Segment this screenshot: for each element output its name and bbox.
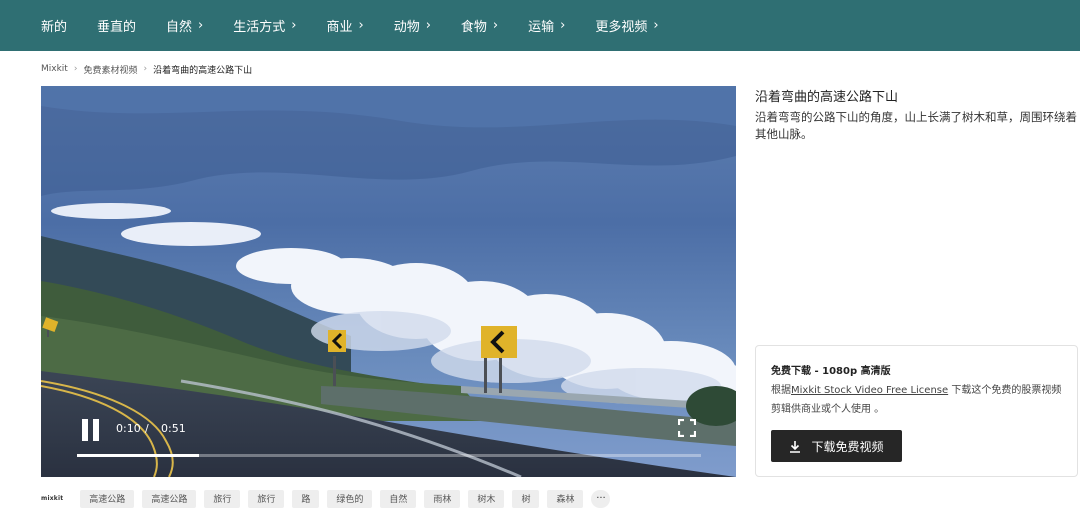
download-free-video-button[interactable]: 下载免费视频 bbox=[771, 430, 902, 462]
download-card: 免费下载 - 1080p 高清版 根据Mixkit Stock Video Fr… bbox=[755, 345, 1078, 477]
nav-item[interactable]: 食物 › bbox=[461, 16, 498, 35]
duration: 0:51 bbox=[161, 422, 186, 435]
tag-chip[interactable]: 路 bbox=[292, 489, 320, 508]
top-navigation: 新的 垂直的 自然 › 生活方式 › 商业 › 动物 › 食物 › 运输 › 更多视频 › bbox=[0, 0, 1080, 51]
breadcrumb-separator: › bbox=[143, 64, 148, 74]
tag-chip[interactable]: 树木 bbox=[468, 489, 505, 508]
chevron-right-icon: › bbox=[492, 18, 499, 33]
nav-item[interactable]: 运输 › bbox=[528, 16, 565, 35]
video-title: 沿着弯曲的高速公路下山 bbox=[755, 90, 899, 105]
nav-item-label: 动物 bbox=[393, 20, 420, 35]
nav-item-label: 生活方式 bbox=[233, 20, 286, 35]
chevron-right-icon: › bbox=[291, 18, 297, 33]
download-heading: 免费下载 - 1080p 高清版 bbox=[771, 366, 891, 377]
download-button-label: 下载免费视频 bbox=[811, 439, 884, 454]
breadcrumb-separator: › bbox=[73, 64, 78, 74]
breadcrumb-free-videos-link[interactable]: 免费素材视频 bbox=[83, 63, 137, 76]
tag-chip[interactable]: 自然 bbox=[380, 489, 417, 508]
download-icon bbox=[790, 440, 801, 453]
time-separator: / bbox=[145, 422, 149, 435]
video-player[interactable]: 0:10 / 0:51 bbox=[41, 86, 736, 477]
fullscreen-icon[interactable] bbox=[677, 418, 697, 438]
more-tags-button[interactable]: ··· bbox=[591, 489, 611, 508]
nav-item-label: 垂直的 bbox=[97, 20, 137, 35]
pause-button[interactable] bbox=[81, 419, 101, 441]
chevron-right-icon: › bbox=[653, 18, 659, 33]
nav-item[interactable]: 动物 › bbox=[394, 16, 431, 35]
tag-chip[interactable]: 森林 bbox=[547, 489, 584, 508]
tag-chip[interactable]: 树 bbox=[512, 489, 540, 508]
nav-item-label: 更多视频 bbox=[595, 20, 648, 35]
chevron-right-icon: › bbox=[198, 18, 204, 33]
nav-item-label: 食物 bbox=[460, 20, 487, 35]
chevron-right-icon: › bbox=[560, 18, 566, 33]
tag-chip[interactable]: 旅行 bbox=[248, 489, 285, 508]
nav-item[interactable]: 自然 › bbox=[166, 16, 203, 35]
tag-chip[interactable]: 高速公路 bbox=[80, 489, 135, 508]
tag-list: mixkit 高速公路 高速公路 旅行 旅行路绿色的 自然 雨林 树木树森林 ··· bbox=[41, 489, 611, 508]
nav-item-label: 新的 bbox=[41, 20, 68, 35]
video-frame bbox=[41, 86, 736, 477]
nav-item[interactable]: 更多视频 › bbox=[595, 16, 658, 35]
license-prefix: 根据 bbox=[771, 385, 791, 396]
nav-item[interactable]: 商业 › bbox=[326, 16, 363, 35]
mixkit-logo: mixkit bbox=[41, 495, 64, 502]
license-link[interactable]: Mixkit Stock Video Free License bbox=[791, 385, 948, 396]
chevron-right-icon: › bbox=[425, 18, 431, 33]
breadcrumb-home-link[interactable]: Mixkit bbox=[41, 64, 68, 74]
license-text: 根据Mixkit Stock Video Free License 下载这个免费… bbox=[771, 381, 1066, 419]
breadcrumb: Mixkit › 免费素材视频 › 沿着弯曲的高速公路下山 bbox=[41, 62, 252, 76]
tag-chip[interactable]: 高速公路 bbox=[142, 489, 197, 508]
video-progress-bar[interactable] bbox=[77, 454, 701, 457]
breadcrumb-current-page: 沿着弯曲的高速公路下山 bbox=[153, 65, 253, 76]
tag-chip[interactable]: 绿色的 bbox=[327, 489, 373, 508]
chevron-right-icon: › bbox=[358, 18, 364, 33]
nav-item[interactable]: 新的 bbox=[41, 16, 67, 35]
video-description: 沿着弯弯的公路下山的角度，山上长满了树木和草，周围环绕着其他山脉。 bbox=[755, 110, 1077, 141]
nav-item[interactable]: 垂直的 bbox=[97, 16, 136, 35]
video-progress-fill bbox=[77, 454, 200, 457]
tag-chip[interactable]: 旅行 bbox=[204, 489, 241, 508]
tag-chip[interactable]: 雨林 bbox=[424, 489, 461, 508]
nav-item-label: 自然 bbox=[166, 20, 193, 35]
nav-item-label: 商业 bbox=[326, 20, 353, 35]
nav-item[interactable]: 生活方式 › bbox=[233, 16, 296, 35]
nav-item-label: 运输 bbox=[528, 20, 555, 35]
current-time: 0:10 bbox=[116, 422, 141, 435]
